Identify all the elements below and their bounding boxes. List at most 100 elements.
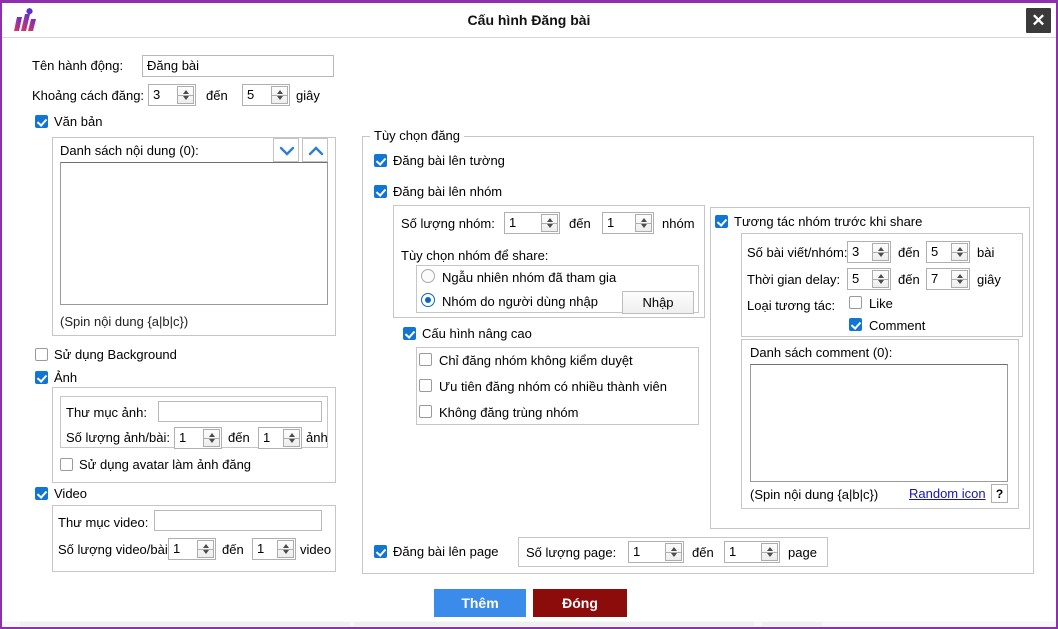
- interval-to-spin-buttons[interactable]: [271, 86, 288, 104]
- adv-opt-3-label: Không đăng trùng nhóm: [439, 405, 579, 420]
- video-count-from-stepper[interactable]: 1: [168, 538, 216, 560]
- group-count-to-stepper[interactable]: 1: [602, 212, 654, 234]
- adv-opt-2-label: Ưu tiên đăng nhóm có nhiều thành viên: [439, 379, 667, 394]
- post-to-wall-label: Đăng bài lên tường: [393, 153, 505, 168]
- image-unit-label: ảnh: [306, 429, 328, 447]
- page-count-from-stepper[interactable]: 1: [628, 541, 684, 563]
- like-checkbox[interactable]: [849, 296, 862, 309]
- group-unit-label: nhóm: [662, 215, 695, 233]
- delay-from-value: 5: [848, 269, 859, 289]
- close-icon[interactable]: ✕: [1026, 8, 1051, 33]
- image-count-from-stepper[interactable]: 1: [174, 427, 222, 449]
- radio-manual-group[interactable]: [421, 293, 435, 307]
- comment-list-box[interactable]: [750, 364, 1008, 482]
- posts-to-spin-buttons[interactable]: [951, 243, 968, 261]
- import-groups-button[interactable]: Nhập: [622, 291, 694, 314]
- use-background-label: Sử dụng Background: [54, 347, 177, 362]
- page-count-to-spin-buttons[interactable]: [761, 543, 778, 561]
- page-count-from-spin-buttons[interactable]: [665, 543, 682, 561]
- delay-to-spin-buttons[interactable]: [951, 270, 968, 288]
- adv-opt-1-checkbox[interactable]: [419, 353, 432, 366]
- interval-to-stepper[interactable]: 5: [242, 84, 290, 106]
- like-label: Like: [869, 296, 893, 311]
- interval-from-spin-buttons[interactable]: [177, 86, 194, 104]
- image-count-from-spin-buttons[interactable]: [203, 429, 220, 447]
- radio-random-label: Ngẫu nhiên nhóm đã tham gia: [442, 270, 616, 285]
- group-den-label: đến: [569, 215, 591, 233]
- posts-from-value: 3: [848, 242, 859, 262]
- interaction-title-label: Tương tác nhóm trước khi share: [734, 214, 922, 229]
- background-window-strip: [2, 621, 1056, 627]
- delay-from-spin-buttons[interactable]: [872, 270, 889, 288]
- post-to-group-label: Đăng bài lên nhóm: [393, 184, 502, 199]
- post-to-page-label: Đăng bài lên page: [393, 544, 499, 559]
- group-count-from-spin-buttons[interactable]: [541, 214, 558, 232]
- delay-from-stepper[interactable]: 5: [847, 268, 891, 290]
- video-unit-label: video: [300, 541, 331, 559]
- adv-opt-3-checkbox[interactable]: [419, 405, 432, 418]
- video-folder-input[interactable]: [154, 510, 322, 531]
- help-icon[interactable]: ?: [991, 484, 1008, 503]
- delay-label: Thời gian delay:: [747, 271, 840, 289]
- posts-to-stepper[interactable]: 5: [926, 241, 970, 263]
- video-count-to-stepper[interactable]: 1: [252, 538, 296, 560]
- dialog-title: Cấu hình Đăng bài: [2, 3, 1056, 38]
- share-option-label: Tùy chọn nhóm để share:: [401, 247, 548, 265]
- page-den-label: đến: [692, 544, 714, 562]
- group-count-to-spin-buttons[interactable]: [635, 214, 652, 232]
- interaction-checkbox[interactable]: [715, 215, 728, 228]
- use-avatar-checkbox[interactable]: [60, 458, 73, 471]
- advanced-config-checkbox[interactable]: [403, 327, 416, 340]
- chevron-down-icon[interactable]: [273, 138, 299, 162]
- action-name-input[interactable]: Đăng bài: [142, 55, 334, 77]
- group-count-label: Số lượng nhóm:: [401, 215, 495, 233]
- adv-opt-1-label: Chỉ đăng nhóm không kiểm duyệt: [439, 353, 633, 368]
- video-count-label: Số lượng video/bài:: [58, 541, 171, 559]
- group-count-from-value: 1: [505, 213, 516, 233]
- adv-opt-2-checkbox[interactable]: [419, 379, 432, 392]
- video-count-from-spin-buttons[interactable]: [197, 540, 214, 558]
- page-unit-label: page: [788, 544, 817, 562]
- interval-unit-label: giây: [296, 87, 320, 105]
- delay-den-label: đến: [898, 271, 920, 289]
- delay-to-value: 7: [927, 269, 938, 289]
- page-count-to-stepper[interactable]: 1: [724, 541, 780, 563]
- interval-from-stepper[interactable]: 3: [148, 84, 196, 106]
- interval-from-value: 3: [149, 85, 160, 105]
- post-to-page-checkbox[interactable]: [374, 545, 387, 558]
- random-icon-link[interactable]: Random icon: [909, 486, 986, 501]
- image-checkbox[interactable]: [35, 371, 48, 384]
- video-count-to-spin-buttons[interactable]: [277, 540, 294, 558]
- title-bar: Cấu hình Đăng bài ✕: [2, 3, 1056, 38]
- image-folder-input[interactable]: [158, 401, 322, 422]
- content-spin-hint: (Spin nội dung {a|b|c}): [60, 313, 188, 331]
- group-count-from-stepper[interactable]: 1: [504, 212, 560, 234]
- delay-unit-label: giây: [977, 271, 1001, 289]
- image-den-label: đến: [228, 429, 250, 447]
- image-folder-label: Thư mục ảnh:: [66, 404, 147, 422]
- video-checkbox[interactable]: [35, 487, 48, 500]
- posts-from-stepper[interactable]: 3: [847, 241, 891, 263]
- posts-per-group-label: Số bài viết/nhóm:: [747, 244, 847, 262]
- use-background-checkbox[interactable]: [35, 348, 48, 361]
- comment-checkbox[interactable]: [849, 318, 862, 331]
- post-to-wall-checkbox[interactable]: [374, 154, 387, 167]
- image-count-to-stepper[interactable]: 1: [258, 427, 302, 449]
- chevron-up-icon[interactable]: [302, 138, 328, 162]
- interval-den-label: đến: [206, 87, 228, 105]
- content-list-box[interactable]: [60, 162, 328, 305]
- radio-random-group[interactable]: [421, 269, 435, 283]
- add-button[interactable]: Thêm: [434, 589, 526, 617]
- close-button[interactable]: Đóng: [533, 589, 627, 617]
- video-count-to-value: 1: [253, 539, 264, 559]
- action-name-label: Tên hành động:: [32, 57, 123, 75]
- page-count-to-value: 1: [725, 542, 736, 562]
- posts-from-spin-buttons[interactable]: [872, 243, 889, 261]
- posts-unit-label: bài: [977, 244, 994, 262]
- delay-to-stepper[interactable]: 7: [926, 268, 970, 290]
- video-count-from-value: 1: [169, 539, 180, 559]
- text-checkbox[interactable]: [35, 115, 48, 128]
- video-den-label: đến: [222, 541, 244, 559]
- post-to-group-checkbox[interactable]: [374, 185, 387, 198]
- image-count-to-spin-buttons[interactable]: [283, 429, 300, 447]
